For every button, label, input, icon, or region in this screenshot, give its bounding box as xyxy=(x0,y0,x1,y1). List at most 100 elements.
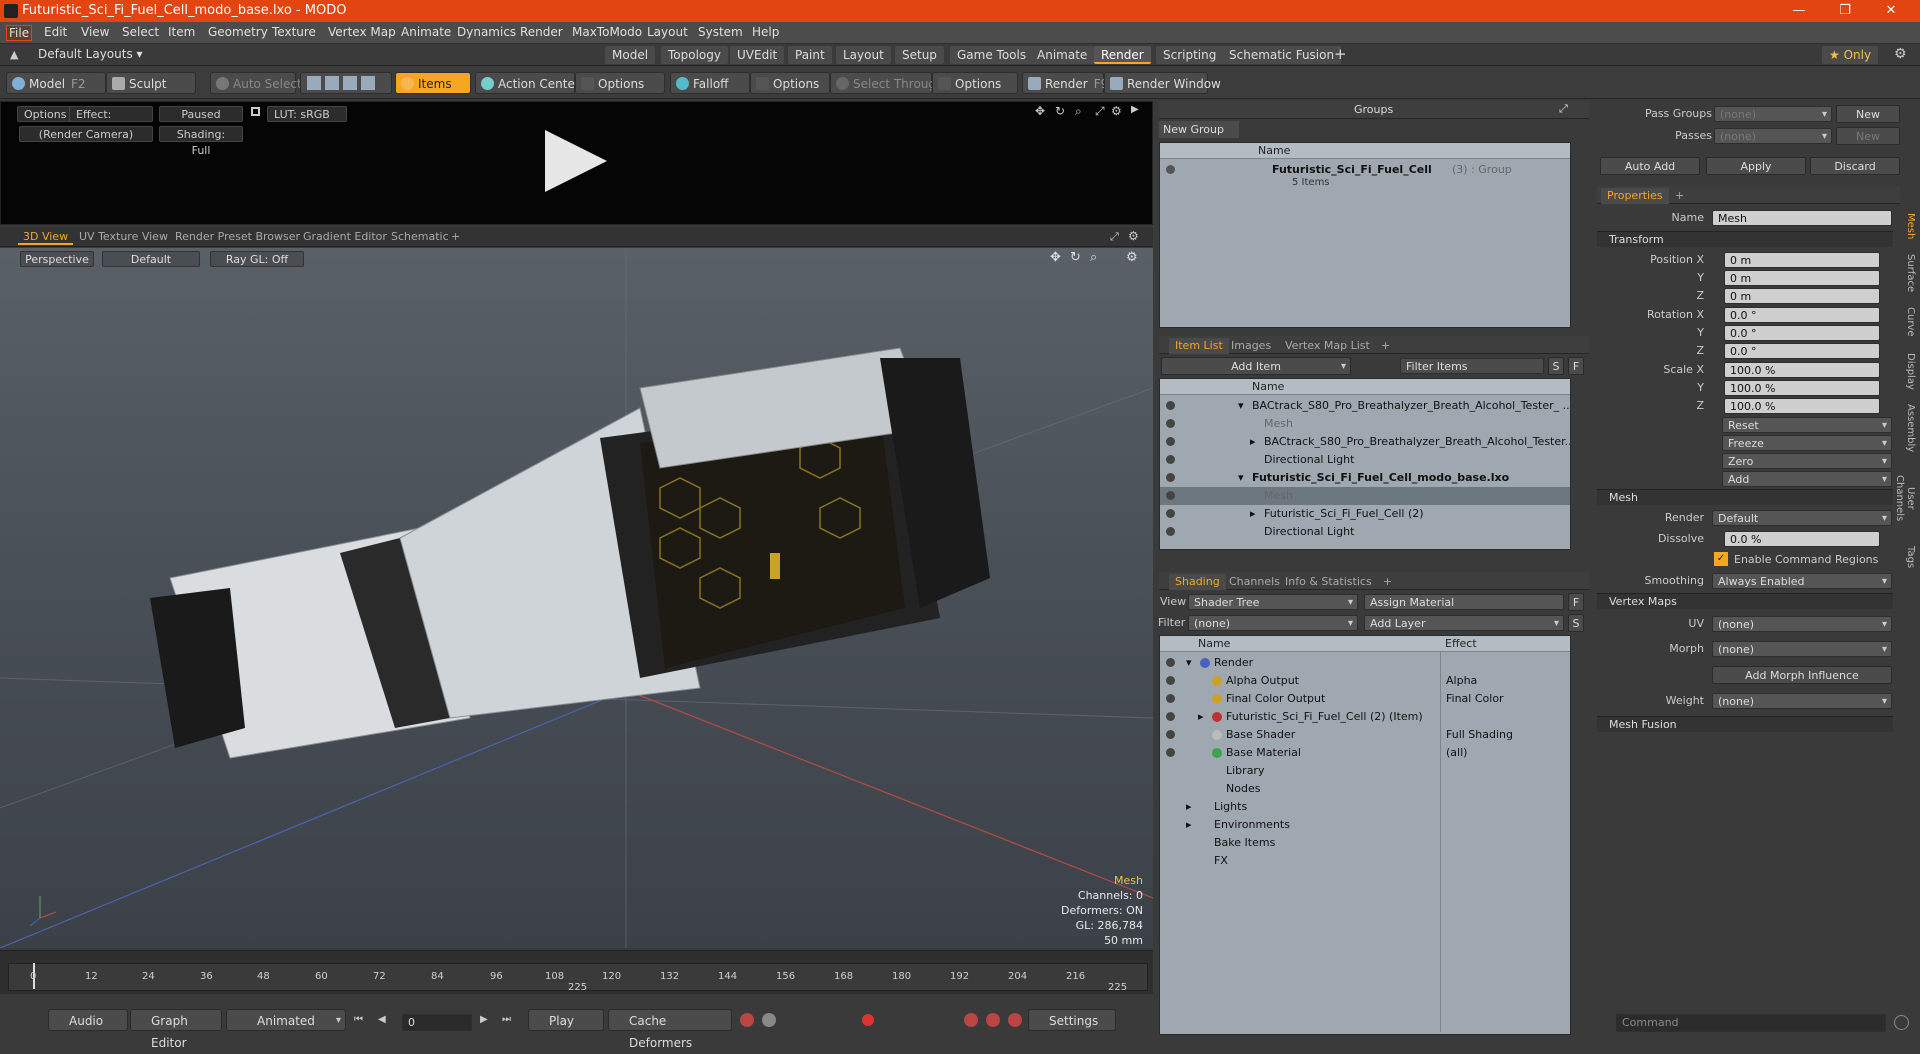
shader-tree-row[interactable]: Nodes xyxy=(1160,780,1570,798)
menu-animate[interactable]: Animate xyxy=(399,25,453,39)
gear-icon[interactable]: ⚙ xyxy=(1128,229,1139,243)
uv-dropdown[interactable]: (none) xyxy=(1712,616,1892,632)
command-history-icon[interactable] xyxy=(1894,1015,1909,1030)
shader-effect-value[interactable]: Full Shading xyxy=(1446,728,1513,741)
auto-select-button[interactable]: Auto Select xyxy=(210,72,302,94)
menu-select[interactable]: Select xyxy=(120,25,161,39)
action-center-options-button[interactable]: Options xyxy=(575,72,665,94)
shader-effect-value[interactable]: Final Color xyxy=(1446,692,1504,705)
record-icon[interactable] xyxy=(862,1014,874,1026)
add-tab-button[interactable]: + xyxy=(1669,188,1690,204)
tab-properties[interactable]: Properties xyxy=(1601,188,1669,204)
tab-model[interactable]: Model xyxy=(605,46,656,64)
item-list[interactable]: Name ▾ BACtrack_S80_Pro_Breathalyzer_Brea… xyxy=(1159,378,1571,550)
menu-item[interactable]: Item xyxy=(166,25,197,39)
key-options-icon[interactable] xyxy=(1008,1013,1022,1027)
visibility-eye-icon[interactable] xyxy=(1166,455,1175,464)
menu-texture[interactable]: Texture xyxy=(270,25,318,39)
visibility-eye-icon[interactable] xyxy=(1166,658,1175,667)
shading-dropdown[interactable]: Shading: Full xyxy=(159,126,243,157)
freeze-dropdown[interactable]: Freeze xyxy=(1722,435,1892,451)
effect-dropdown[interactable]: Effect: (Shadi... xyxy=(69,106,153,137)
render-window-button[interactable]: Render Window xyxy=(1104,72,1221,94)
expand-arrow-icon[interactable]: ▾ xyxy=(1238,471,1244,484)
pan-icon[interactable]: ✥ xyxy=(1035,104,1045,118)
skip-to-end-icon[interactable]: ⏭ xyxy=(502,1014,511,1025)
cache-deformers-button[interactable]: Cache Deformers xyxy=(608,1009,732,1050)
visibility-eye-icon[interactable] xyxy=(1166,712,1175,721)
shader-tree[interactable]: Name Effect ▾ Render Alpha Output Alpha Fina… xyxy=(1159,635,1571,1035)
render-camera-dropdown[interactable]: (Render Camera) xyxy=(19,126,153,142)
tab-channels[interactable]: Channels xyxy=(1223,574,1286,590)
3d-viewport[interactable]: Perspective Default Ray GL: Off ✥ ↻ ⌕ ⚙ xyxy=(0,248,1153,948)
restore-button[interactable]: ❐ xyxy=(1822,0,1868,22)
item-list-row[interactable]: ▾ Futuristic_Sci_Fi_Fuel_Cell_modo_base.l… xyxy=(1160,469,1570,487)
assign-material-button[interactable]: Assign Material xyxy=(1364,594,1564,610)
menu-system[interactable]: System xyxy=(696,25,745,39)
item-list-row[interactable]: Directional Light xyxy=(1160,523,1570,541)
groups-list[interactable]: Name Futuristic_Sci_Fi_Fuel_Cell (3) : G… xyxy=(1159,142,1571,328)
visibility-eye-icon[interactable] xyxy=(1166,437,1175,446)
expand-arrow-icon[interactable]: ▸ xyxy=(1250,435,1256,448)
shader-tree-row[interactable]: Base Shader Full Shading xyxy=(1160,726,1570,744)
select-through-options-button[interactable]: Options xyxy=(932,72,1018,94)
add-tab-button[interactable]: + xyxy=(1377,574,1398,590)
zero-dropdown[interactable]: Zero xyxy=(1722,453,1892,469)
tab-paint[interactable]: Paint xyxy=(788,46,832,64)
timeline[interactable]: 0 12 24 36 48 60 72 84 96 108 120 132 14… xyxy=(0,950,1153,994)
add-morph-influence-button[interactable]: Add Morph Influence xyxy=(1712,666,1892,684)
items-mode-button[interactable]: Items xyxy=(395,72,471,94)
side-tab-assembly[interactable]: Assembly xyxy=(1900,402,1916,454)
visibility-eye-icon[interactable] xyxy=(1166,509,1175,518)
command-input[interactable]: Command xyxy=(1616,1014,1886,1032)
tab-scripting[interactable]: Scripting xyxy=(1156,46,1224,64)
item-list-row[interactable]: Directional Light xyxy=(1160,451,1570,469)
auto-key-icon[interactable] xyxy=(762,1013,776,1027)
auto-add-button[interactable]: Auto Add xyxy=(1600,157,1700,175)
scale-y-input[interactable]: 100.0 % xyxy=(1724,380,1880,396)
shader-tree-row[interactable]: Alpha Output Alpha xyxy=(1160,672,1570,690)
paused-toggle[interactable]: Paused xyxy=(159,106,243,122)
tab-item-list[interactable]: Item List xyxy=(1169,338,1229,354)
menu-dynamics[interactable]: Dynamics xyxy=(455,25,518,39)
play-icon[interactable] xyxy=(545,130,607,192)
visibility-eye-icon[interactable] xyxy=(1166,694,1175,703)
shader-tree-row[interactable]: FX xyxy=(1160,852,1570,870)
step-forward-icon[interactable]: ▶ xyxy=(480,1014,488,1025)
add-viewport-tab-button[interactable]: + xyxy=(446,229,465,245)
menu-layout[interactable]: Layout xyxy=(645,25,690,39)
tab-shading[interactable]: Shading xyxy=(1169,574,1226,590)
shader-tree-row[interactable]: Base Material (all) xyxy=(1160,744,1570,762)
menu-render[interactable]: Render xyxy=(518,25,565,39)
render-options-button[interactable]: Options xyxy=(17,106,74,122)
expand-arrow-icon[interactable]: ▸ xyxy=(1186,800,1192,813)
rotation-y-input[interactable]: 0.0 ° xyxy=(1724,325,1880,341)
shader-tree-row[interactable]: ▸ Lights xyxy=(1160,798,1570,816)
vertices-mode-icon[interactable] xyxy=(307,76,321,90)
item-list-row[interactable]: ▸ Futuristic_Sci_Fi_Fuel_Cell (2) xyxy=(1160,505,1570,523)
new-pass-button[interactable]: New xyxy=(1836,127,1900,145)
reset-dropdown[interactable]: Reset xyxy=(1722,417,1892,433)
visibility-eye-icon[interactable] xyxy=(1166,676,1175,685)
expand-arrow-icon[interactable]: ▶ xyxy=(1131,104,1139,115)
visibility-eye-icon[interactable] xyxy=(1166,730,1175,739)
new-pass-group-button[interactable]: New xyxy=(1836,105,1900,123)
skip-to-start-icon[interactable]: ⏮ xyxy=(354,1014,363,1025)
mesh-section[interactable]: Mesh xyxy=(1597,489,1893,505)
add-tab-button[interactable]: + xyxy=(1375,338,1396,354)
item-list-row[interactable]: ▾ BACtrack_S80_Pro_Breathalyzer_Breath_Al… xyxy=(1160,397,1570,415)
side-tab-user-channels[interactable]: User Channels xyxy=(1894,462,1916,534)
shader-tree-row[interactable]: ▾ Render xyxy=(1160,654,1570,672)
enable-command-regions-checkbox[interactable]: ✓ xyxy=(1714,552,1728,566)
polygons-mode-icon[interactable] xyxy=(343,76,357,90)
side-tab-surface[interactable]: Surface xyxy=(1900,250,1916,296)
tab-render-preset-browser[interactable]: Render Preset Browser xyxy=(170,229,305,245)
tab-game-tools[interactable]: Game Tools xyxy=(950,46,1034,64)
menu-vertex-map[interactable]: Vertex Map xyxy=(326,25,398,39)
side-tab-mesh[interactable]: Mesh xyxy=(1900,208,1916,244)
gear-icon[interactable]: ⚙ xyxy=(1894,46,1907,62)
tab-layout[interactable]: Layout xyxy=(836,46,891,64)
side-tab-curve[interactable]: Curve xyxy=(1900,304,1916,340)
visibility-eye-icon[interactable] xyxy=(1166,401,1175,410)
position-x-input[interactable]: 0 m xyxy=(1724,252,1880,268)
